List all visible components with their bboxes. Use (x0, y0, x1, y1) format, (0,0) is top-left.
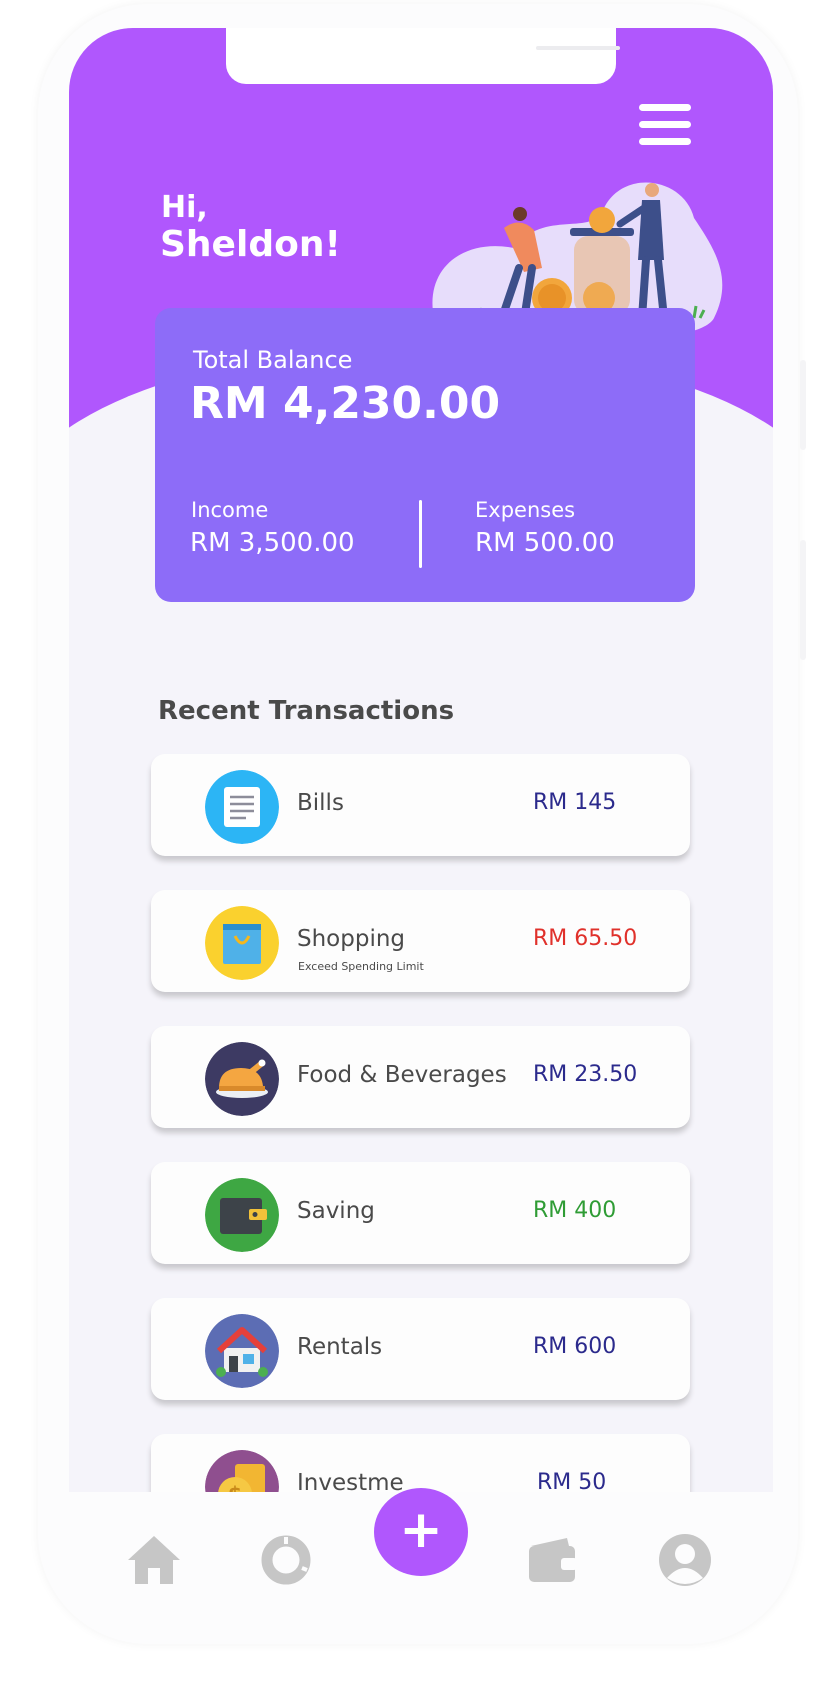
transaction-name: Food & Beverages (297, 1062, 507, 1088)
house-icon (205, 1314, 279, 1388)
hamburger-line (639, 104, 691, 111)
transaction-row-food[interactable]: Food & Beverages RM 23.50 (151, 1026, 690, 1128)
wallet-icon (205, 1178, 279, 1252)
transaction-name: Rentals (297, 1334, 383, 1360)
transaction-warning: Exceed Spending Limit (298, 960, 424, 973)
transaction-amount: RM 65.50 (533, 926, 638, 951)
transaction-amount: RM 400 (533, 1198, 617, 1223)
transaction-amount: RM 600 (533, 1334, 617, 1359)
transaction-amount: RM 23.50 (533, 1062, 638, 1087)
speaker (536, 46, 620, 50)
add-transaction-button[interactable]: + (374, 1488, 468, 1576)
balance-card[interactable]: Total Balance RM 4,230.00 Income RM 3,50… (155, 308, 695, 602)
transaction-name: Saving (297, 1198, 375, 1224)
section-title: Recent Transactions (158, 696, 455, 726)
volume-button (800, 360, 806, 450)
transaction-name: Bills (297, 790, 344, 816)
user-name: Sheldon! (160, 224, 341, 265)
transaction-name: Shopping (297, 926, 406, 952)
income-value: RM 3,500.00 (190, 528, 355, 558)
bills-icon (205, 770, 279, 844)
shopping-bag-icon (205, 906, 279, 980)
notch (226, 28, 620, 84)
plus-icon: + (399, 1500, 443, 1560)
tab-wallet-icon[interactable] (523, 1532, 583, 1588)
tab-profile-icon[interactable] (655, 1532, 715, 1588)
hamburger-line (639, 121, 691, 128)
greeting-hi: Hi, (161, 190, 208, 225)
transaction-row-rentals[interactable]: Rentals RM 600 (151, 1298, 690, 1400)
tab-chart-icon[interactable] (256, 1532, 316, 1588)
income-label: Income (191, 498, 269, 522)
transaction-amount: RM 145 (533, 790, 617, 815)
side-button (800, 540, 806, 660)
app-screen: Hi, Sheldon! Total Balance RM 4,230.00 I… (69, 28, 773, 1522)
transaction-row-bills[interactable]: Bills RM 145 (151, 754, 690, 856)
total-balance-value: RM 4,230.00 (190, 378, 501, 429)
transaction-row-saving[interactable]: Saving RM 400 (151, 1162, 690, 1264)
menu-button[interactable] (639, 104, 691, 146)
transaction-row-shopping[interactable]: Shopping Exceed Spending Limit RM 65.50 (151, 890, 690, 992)
divider (419, 500, 422, 568)
tab-home-icon[interactable] (124, 1532, 184, 1588)
roast-chicken-icon (205, 1042, 279, 1116)
expenses-label: Expenses (475, 498, 576, 522)
hamburger-line (639, 138, 691, 145)
expenses-value: RM 500.00 (475, 528, 615, 558)
total-balance-label: Total Balance (193, 346, 353, 374)
